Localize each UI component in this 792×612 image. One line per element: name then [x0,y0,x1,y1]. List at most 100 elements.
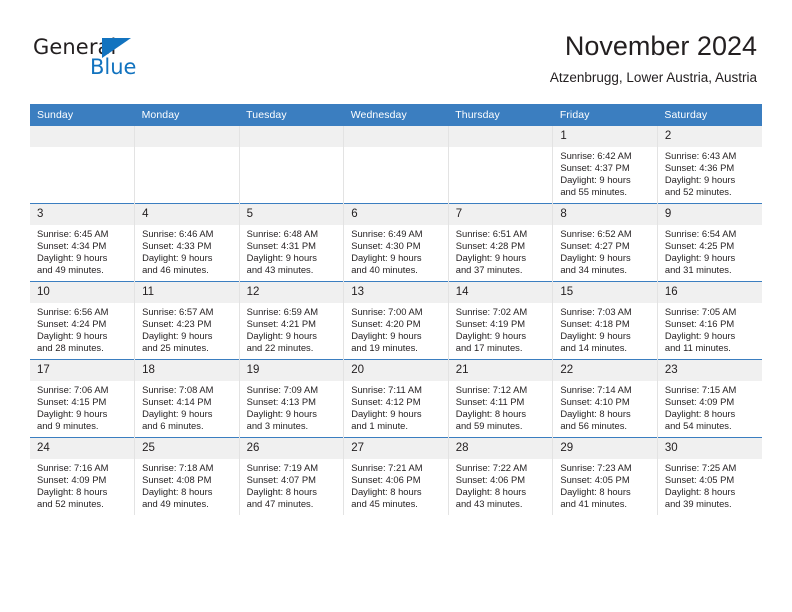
calendar-day-cell[interactable]: 5 Sunrise: 6:48 AM Sunset: 4:31 PM Daylight… [238,203,344,282]
sunset-time: Sunset: 4:28 PM [455,240,526,252]
day-info: Sunrise: 7:09 AM Sunset: 4:13 PM Daylight:… [240,381,344,432]
day-number: 7 [448,204,553,225]
day-number: 6 [344,204,448,225]
calendar-day-cell[interactable]: 23 Sunrise: 7:15 AM Sunset: 4:09 PM Dayligh… [656,359,762,438]
calendar-day-cell[interactable]: 15 Sunrise: 7:03 AM Sunset: 4:18 PM Dayligh… [552,281,658,360]
daylight-duration-line1: Daylight: 9 hours [351,252,422,264]
day-info: Sunrise: 7:03 AM Sunset: 4:18 PM Daylight:… [553,303,657,354]
calendar-day-cell[interactable]: 13 Sunrise: 7:00 AM Sunset: 4:20 PM Dayligh… [343,281,449,360]
calendar-week-row: 10 Sunrise: 6:56 AM Sunset: 4:24 PM Dayligh… [30,281,762,360]
sunrise-time: Sunrise: 7:08 AM [142,384,214,395]
calendar-week-row: 17 Sunrise: 7:06 AM Sunset: 4:15 PM Dayligh… [30,359,762,438]
calendar-day-cell[interactable]: 30 Sunrise: 7:25 AM Sunset: 4:05 PM Dayligh… [656,437,762,515]
day-number: 16 [657,282,762,303]
daylight-duration-line2: and 22 minutes. [246,342,314,354]
calendar-day-cell[interactable]: 26 Sunrise: 7:19 AM Sunset: 4:07 PM Dayligh… [238,437,344,515]
calendar-day-cell[interactable]: 4 Sunrise: 6:46 AM Sunset: 4:33 PM Daylight… [134,203,240,282]
calendar-body: 1 Sunrise: 6:42 AM Sunset: 4:37 PM Daylight… [30,126,762,515]
sunset-time: Sunset: 4:18 PM [560,318,630,330]
calendar-day-cell[interactable]: 20 Sunrise: 7:11 AM Sunset: 4:12 PM Dayligh… [343,359,449,438]
daylight-duration-line1: Daylight: 8 hours [142,486,213,498]
daylight-duration-line2: and 40 minutes. [351,264,418,276]
daylight-duration-line2: and 3 minutes. [246,420,309,432]
day-number: 19 [239,360,344,381]
calendar-day-cell[interactable]: 12 Sunrise: 6:59 AM Sunset: 4:21 PM Dayligh… [238,281,344,360]
calendar-day-cell[interactable]: 25 Sunrise: 7:18 AM Sunset: 4:08 PM Dayligh… [134,437,240,515]
calendar-day-cell[interactable]: 18 Sunrise: 7:08 AM Sunset: 4:14 PM Dayligh… [134,359,240,438]
day-number [239,126,344,147]
sunrise-time: Sunrise: 7:16 AM [37,462,109,473]
calendar-day-cell[interactable]: 7 Sunrise: 6:51 AM Sunset: 4:28 PM Daylight… [447,203,553,282]
calendar-day-cell[interactable]: 17 Sunrise: 7:06 AM Sunset: 4:15 PM Dayligh… [30,359,135,438]
daylight-duration-line2: and 34 minutes. [560,264,628,276]
sunset-time: Sunset: 4:10 PM [560,396,630,408]
calendar-day-cell[interactable]: 6 Sunrise: 6:49 AM Sunset: 4:30 PM Daylight… [343,203,449,282]
day-number: 30 [657,438,762,459]
sunrise-time: Sunrise: 6:54 AM [664,228,737,239]
weekday-header-thursday: Thursday [448,104,553,126]
sunrise-time: Sunrise: 7:05 AM [664,306,737,317]
sunset-time: Sunset: 4:24 PM [37,318,107,330]
day-info: Sunrise: 7:14 AM Sunset: 4:10 PM Daylight:… [553,381,657,432]
calendar-cell-empty [343,126,449,204]
calendar-cell-empty [447,126,553,204]
sunset-time: Sunset: 4:27 PM [560,240,630,252]
day-info: Sunrise: 7:22 AM Sunset: 4:06 PM Daylight:… [449,459,553,510]
sunrise-time: Sunrise: 7:22 AM [455,462,528,473]
calendar-day-cell[interactable]: 22 Sunrise: 7:14 AM Sunset: 4:10 PM Dayligh… [552,359,658,438]
daylight-duration-line1: Daylight: 9 hours [246,330,317,342]
daylight-duration-line2: and 54 minutes. [664,420,732,432]
day-number: 23 [657,360,762,381]
daylight-duration-line1: Daylight: 9 hours [664,252,736,264]
calendar-day-cell[interactable]: 29 Sunrise: 7:23 AM Sunset: 4:05 PM Dayligh… [552,437,658,515]
calendar-day-cell[interactable]: 19 Sunrise: 7:09 AM Sunset: 4:13 PM Dayligh… [238,359,344,438]
day-number [135,126,239,147]
calendar-cell-empty [238,126,344,204]
sunset-time: Sunset: 4:09 PM [37,474,107,486]
calendar-day-cell[interactable]: 16 Sunrise: 7:05 AM Sunset: 4:16 PM Dayligh… [656,281,762,360]
calendar-day-cell[interactable]: 3 Sunrise: 6:45 AM Sunset: 4:34 PM Daylight… [30,203,135,282]
calendar-cell-empty [134,126,240,204]
sunrise-time: Sunrise: 6:57 AM [142,306,214,317]
sunrise-time: Sunrise: 6:45 AM [37,228,109,239]
calendar-day-cell[interactable]: 11 Sunrise: 6:57 AM Sunset: 4:23 PM Dayligh… [134,281,240,360]
calendar-day-cell[interactable]: 9 Sunrise: 6:54 AM Sunset: 4:25 PM Daylight… [656,203,762,282]
daylight-duration-line1: Daylight: 8 hours [664,408,736,420]
calendar-day-cell[interactable]: 27 Sunrise: 7:21 AM Sunset: 4:06 PM Dayligh… [343,437,449,515]
daylight-duration-line2: and 1 minute. [351,420,408,432]
day-info: Sunrise: 6:52 AM Sunset: 4:27 PM Daylight:… [553,225,657,276]
sunset-time: Sunset: 4:30 PM [351,240,421,252]
generalblue-logo[interactable]: General Blue [33,36,213,82]
day-number: 15 [553,282,657,303]
sunrise-time: Sunrise: 7:25 AM [664,462,737,473]
calendar-day-cell[interactable]: 10 Sunrise: 6:56 AM Sunset: 4:24 PM Dayligh… [30,281,135,360]
day-number: 27 [344,438,448,459]
daylight-duration-line2: and 37 minutes. [455,264,523,276]
day-info: Sunrise: 7:15 AM Sunset: 4:09 PM Daylight:… [658,381,762,432]
daylight-duration-line1: Daylight: 9 hours [664,330,736,342]
sunrise-time: Sunrise: 7:11 AM [351,384,422,395]
daylight-duration-line1: Daylight: 9 hours [560,174,631,186]
day-info: Sunrise: 7:16 AM Sunset: 4:09 PM Daylight:… [30,459,134,510]
sunrise-time: Sunrise: 6:48 AM [246,228,319,239]
calendar-day-cell[interactable]: 8 Sunrise: 6:52 AM Sunset: 4:27 PM Daylight… [552,203,658,282]
day-number: 26 [239,438,344,459]
daylight-duration-line2: and 6 minutes. [142,420,204,432]
calendar-day-cell[interactable]: 1 Sunrise: 6:42 AM Sunset: 4:37 PM Daylight… [552,126,658,204]
day-info: Sunrise: 7:12 AM Sunset: 4:11 PM Daylight:… [449,381,553,432]
day-number: 22 [553,360,657,381]
day-number: 4 [135,204,239,225]
sunset-time: Sunset: 4:11 PM [455,396,525,408]
calendar-day-cell[interactable]: 21 Sunrise: 7:12 AM Sunset: 4:11 PM Dayligh… [447,359,553,438]
daylight-duration-line1: Daylight: 8 hours [455,408,527,420]
calendar-day-cell[interactable]: 24 Sunrise: 7:16 AM Sunset: 4:09 PM Dayligh… [30,437,135,515]
daylight-duration-line1: Daylight: 9 hours [246,408,317,420]
daylight-duration-line1: Daylight: 9 hours [246,252,317,264]
calendar-day-cell[interactable]: 28 Sunrise: 7:22 AM Sunset: 4:06 PM Dayligh… [447,437,553,515]
calendar-day-cell[interactable]: 2 Sunrise: 6:43 AM Sunset: 4:36 PM Daylight… [656,126,762,204]
daylight-duration-line1: Daylight: 9 hours [455,330,527,342]
daylight-duration-line2: and 43 minutes. [246,264,314,276]
calendar-day-cell[interactable]: 14 Sunrise: 7:02 AM Sunset: 4:19 PM Dayligh… [447,281,553,360]
day-number [344,126,448,147]
sunrise-time: Sunrise: 7:02 AM [455,306,528,317]
